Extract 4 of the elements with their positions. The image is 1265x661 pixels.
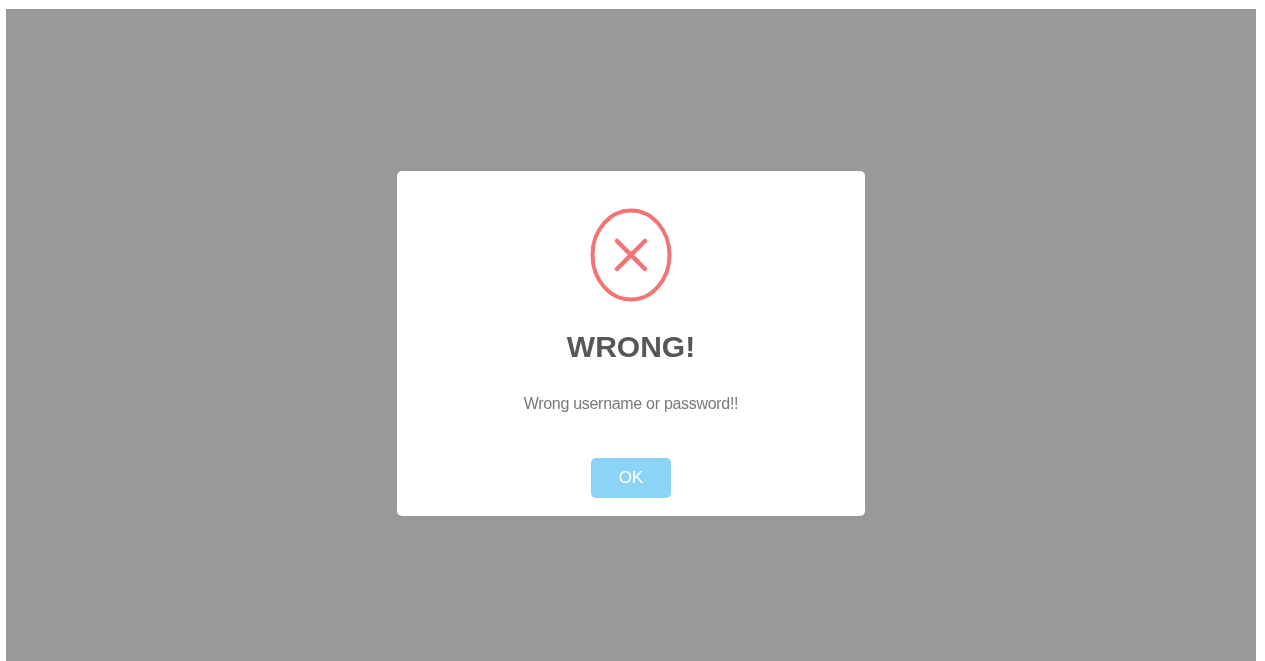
ok-button[interactable]: OK bbox=[591, 458, 671, 498]
error-icon bbox=[590, 208, 672, 302]
dialog-message: Wrong username or password!! bbox=[523, 394, 739, 414]
dialog-title: WRONG! bbox=[566, 329, 696, 365]
